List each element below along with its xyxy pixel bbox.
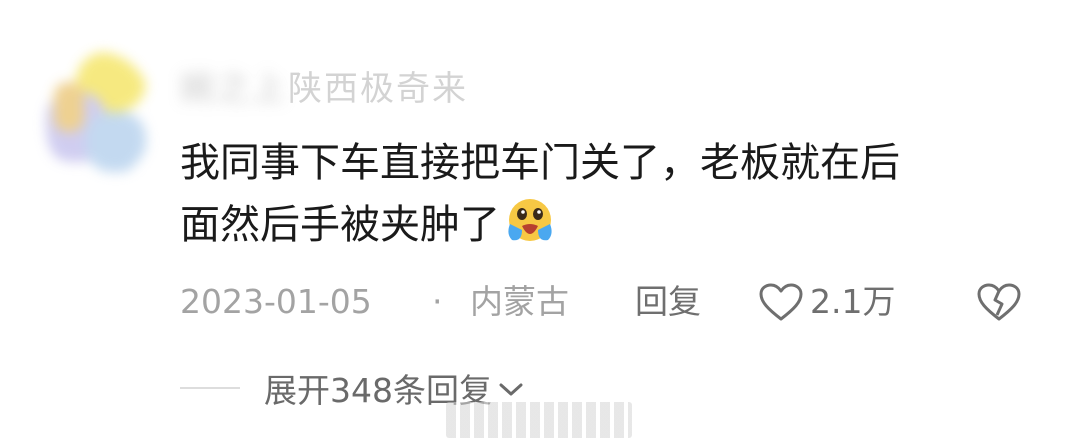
crying-face-emoji-icon [504,196,556,262]
broken-heart-icon [977,283,1021,321]
comment-text-line-2-wrapper: 面然后手被夹肿了 [180,194,1030,262]
user-avatar[interactable] [46,52,150,180]
divider [180,387,240,389]
like-button[interactable]: 2.1万 [758,275,895,329]
username-blurred-part: 婉之上 [180,69,288,109]
comment-date: 2023-01-05 [180,282,372,321]
heart-icon [759,283,803,321]
comment-location: 内蒙古 [470,282,569,321]
comment-meta-row: 2023-01-05 · 内蒙古 回复 2.1万 [180,275,1040,329]
meta-separator: · [432,282,443,321]
comment-text-line-2: 面然后手被夹肿了 [180,202,500,248]
reply-button[interactable]: 回复 [635,275,701,329]
comment-text: 我同事下车直接把车门关了，老板就在后 面然后手被夹肿了 [180,132,1030,262]
chevron-down-icon [499,383,523,396]
username-faded-part: 陕西极奇来 [288,69,468,109]
watermark [446,402,632,438]
username[interactable]: 婉之上陕西极奇来 [180,62,468,116]
comment-text-line-1: 我同事下车直接把车门关了，老板就在后 [180,140,900,186]
like-count: 2.1万 [810,282,896,321]
dislike-button[interactable] [975,282,1023,338]
comment-item: 婉之上陕西极奇来 我同事下车直接把车门关了，老板就在后 面然后手被夹肿了 202… [0,0,1080,448]
